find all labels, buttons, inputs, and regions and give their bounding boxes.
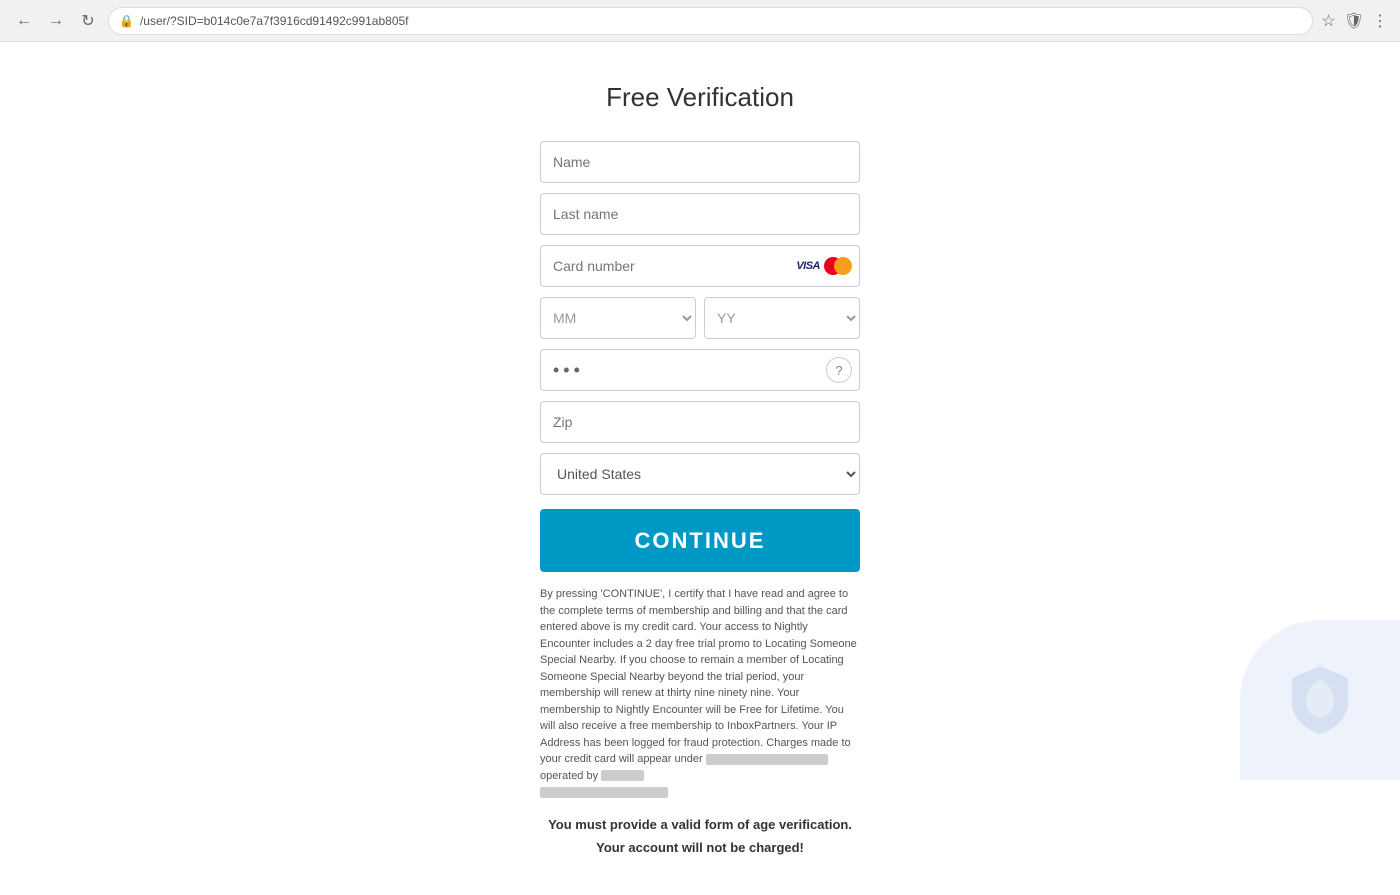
bookmark-icon[interactable]: ☆ xyxy=(1321,11,1335,31)
menu-icon[interactable]: ⋮ xyxy=(1372,11,1388,31)
country-select[interactable]: United States Canada United Kingdom Aust… xyxy=(540,453,860,495)
no-charge-notice: Your account will not be charged! xyxy=(540,840,860,855)
browser-actions: ☆ 🛡 ⋮ xyxy=(1321,11,1388,31)
address-bar[interactable]: 🔒 /user/?SID=b014c0e7a7f3916cd91492c991a… xyxy=(108,7,1313,35)
continue-button[interactable]: CONTINUE xyxy=(540,509,860,572)
blurred-operator xyxy=(601,770,644,781)
expiry-row: MM 01 02 03 04 05 06 07 08 09 10 11 12 Y… xyxy=(540,297,860,339)
blurred-address xyxy=(540,787,668,798)
card-input-wrapper: VISA xyxy=(540,245,860,287)
url-text: /user/?SID=b014c0e7a7f3916cd91492c991ab8… xyxy=(140,14,1302,28)
terms-text: By pressing 'CONTINUE', I certify that I… xyxy=(540,586,860,801)
back-button[interactable]: ← xyxy=(12,9,36,33)
cvv-input[interactable] xyxy=(540,349,860,391)
expiry-month-select[interactable]: MM 01 02 03 04 05 06 07 08 09 10 11 12 xyxy=(540,297,696,339)
page-title: Free Verification xyxy=(540,82,860,113)
zip-input[interactable] xyxy=(540,401,860,443)
blurred-url xyxy=(706,754,828,765)
lastname-input[interactable] xyxy=(540,193,860,235)
mastercard-icon xyxy=(824,257,852,275)
page-content: Free Verification VISA MM 01 02 03 xyxy=(0,42,1400,895)
form-container: Free Verification VISA MM 01 02 03 xyxy=(540,82,860,855)
lock-icon: 🔒 xyxy=(119,14,134,28)
refresh-button[interactable]: ↻ xyxy=(76,9,100,33)
expiry-year-select[interactable]: YY 2024 2025 2026 2027 2028 2029 2030 xyxy=(704,297,860,339)
cvv-help-button[interactable]: ? xyxy=(826,357,852,383)
extensions-icon[interactable]: 🛡 xyxy=(1344,11,1364,31)
age-verification-notice: You must provide a valid form of age ver… xyxy=(540,817,860,832)
card-icons: VISA xyxy=(796,257,852,275)
browser-chrome: ← → ↻ 🔒 /user/?SID=b014c0e7a7f3916cd9149… xyxy=(0,0,1400,42)
cvv-wrapper: ? xyxy=(540,349,860,391)
forward-button[interactable]: → xyxy=(44,9,68,33)
visa-icon: VISA xyxy=(796,260,820,272)
name-input[interactable] xyxy=(540,141,860,183)
